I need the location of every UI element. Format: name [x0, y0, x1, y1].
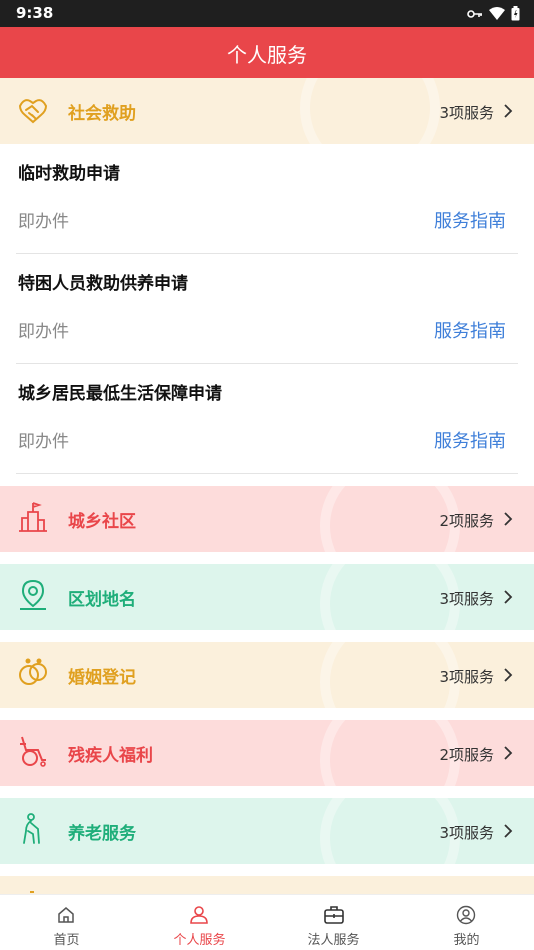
chevron-right-icon — [504, 590, 513, 604]
app-header: 个人服务 — [0, 27, 534, 78]
category-name: 城乡社区 — [68, 512, 136, 532]
status-time: 9:38 — [16, 4, 54, 22]
chevron-right-icon — [504, 512, 513, 526]
status-bar: 9:38 — [0, 0, 534, 27]
service-item[interactable]: 特困人员救助供养申请 即办件 服务指南 — [16, 254, 518, 364]
battery-icon — [511, 6, 520, 21]
nav-label: 法人服务 — [307, 933, 360, 948]
chevron-right-icon — [504, 668, 513, 682]
service-type: 即办件 — [18, 212, 69, 232]
category-count: 2项服务 — [439, 746, 494, 764]
nav-label: 我的 — [453, 933, 480, 948]
nav-legal-entity-services[interactable]: 法人服务 — [267, 895, 400, 950]
key-icon — [467, 9, 482, 18]
profile-icon — [456, 905, 476, 925]
chevron-right-icon — [504, 746, 513, 760]
service-type: 即办件 — [18, 432, 69, 452]
service-list[interactable]: 社会救助 3项服务 临时救助申请 即办件 服务指南 特困人员救助供养申请 即办件… — [0, 78, 534, 894]
service-guide-link[interactable]: 服务指南 — [434, 207, 506, 233]
nav-home[interactable]: 首页 — [0, 895, 133, 950]
nav-personal-services[interactable]: 个人服务 — [133, 895, 266, 950]
page-title: 个人服务 — [227, 43, 307, 67]
service-name: 城乡居民最低生活保障申请 — [18, 384, 222, 404]
category-name: 残疾人福利 — [68, 746, 153, 766]
category-count: 3项服务 — [439, 824, 494, 842]
category-count: 3项服务 — [439, 590, 494, 608]
marriage-rings-icon — [19, 658, 47, 685]
community-building-icon — [19, 502, 47, 532]
nav-label: 个人服务 — [173, 933, 226, 948]
wheelchair-icon — [20, 736, 46, 767]
service-item[interactable]: 城乡居民最低生活保障申请 即办件 服务指南 — [16, 364, 518, 474]
service-name: 临时救助申请 — [18, 164, 120, 184]
briefcase-icon — [324, 906, 344, 924]
category-marriage-registration[interactable]: 婚姻登记 3项服务 — [0, 642, 534, 708]
wifi-icon — [489, 7, 505, 20]
category-division-place-names[interactable]: 区划地名 3项服务 — [0, 564, 534, 630]
person-icon — [190, 906, 208, 924]
nav-label: 首页 — [53, 933, 80, 948]
nav-mine[interactable]: 我的 — [400, 895, 533, 950]
category-name: 区划地名 — [68, 590, 136, 610]
category-elderly-care[interactable]: 养老服务 3项服务 — [0, 798, 534, 864]
category-disability-welfare[interactable]: 残疾人福利 2项服务 — [0, 720, 534, 786]
service-type: 即办件 — [18, 322, 69, 342]
elderly-walking-icon — [23, 813, 40, 844]
decor-circle — [300, 78, 440, 144]
service-name: 特困人员救助供养申请 — [18, 274, 188, 294]
service-guide-link[interactable]: 服务指南 — [434, 317, 506, 343]
status-icons — [467, 6, 520, 21]
category-social-assistance[interactable]: 社会救助 3项服务 — [0, 78, 534, 144]
chevron-right-icon — [504, 104, 513, 118]
location-pin-icon — [20, 579, 46, 610]
home-icon — [58, 907, 74, 923]
chevron-right-icon — [504, 824, 513, 838]
category-count: 2项服务 — [439, 512, 494, 530]
category-urban-rural-community[interactable]: 城乡社区 2项服务 — [0, 486, 534, 552]
category-count: 3项服务 — [439, 668, 494, 686]
category-name: 婚姻登记 — [68, 668, 136, 688]
category-name: 养老服务 — [68, 824, 136, 844]
category-partial[interactable] — [0, 876, 534, 894]
category-name: 社会救助 — [68, 104, 136, 124]
service-guide-link[interactable]: 服务指南 — [434, 427, 506, 453]
service-item[interactable]: 临时救助申请 即办件 服务指南 — [16, 144, 518, 254]
bottom-navigation: 首页 个人服务 法人服务 我的 — [0, 894, 534, 950]
category-count: 3项服务 — [439, 104, 494, 122]
handshake-icon — [18, 99, 48, 124]
